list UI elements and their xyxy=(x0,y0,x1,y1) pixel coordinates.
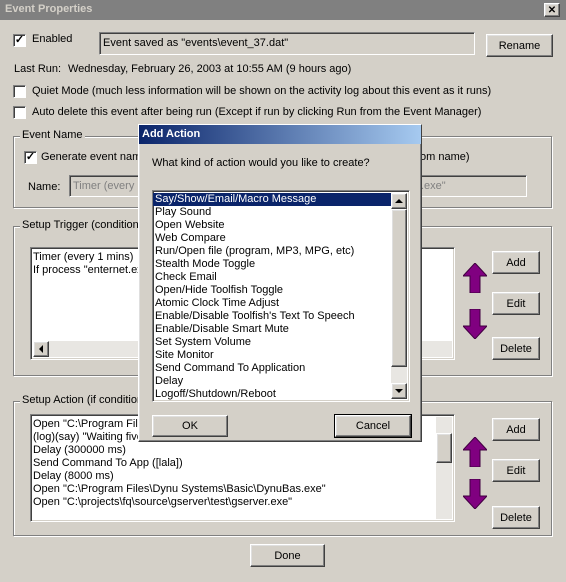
action-type-option[interactable]: Check Email xyxy=(153,271,391,284)
action-type-option[interactable]: Atomic Clock Time Adjust xyxy=(153,297,391,310)
enabled-checkbox[interactable]: ✓ xyxy=(13,34,26,47)
arrow-left-icon xyxy=(39,345,43,353)
move-up-arrow-icon[interactable] xyxy=(463,437,487,467)
quiet-mode-label: Quiet Mode (much less information will b… xyxy=(32,85,492,97)
action-vscrollbar[interactable] xyxy=(436,417,452,519)
done-button[interactable]: Done xyxy=(250,544,325,567)
event-name-group-label: Event Name xyxy=(20,129,85,141)
list-item[interactable]: Send Command To App ([lala]) xyxy=(31,457,454,470)
generate-name-checkbox[interactable]: ✓ xyxy=(24,151,37,164)
list-item[interactable]: Open "C:\projects\fq\source\gserver\test… xyxy=(31,496,454,509)
action-type-option[interactable]: Logoff/Shutdown/Reboot xyxy=(153,388,391,401)
add-action-dialog: Add Action What kind of action would you… xyxy=(138,124,422,442)
action-delete-button[interactable]: Delete xyxy=(492,506,540,529)
action-type-option[interactable]: Send Command To Application xyxy=(153,362,391,375)
last-run-label: Last Run: xyxy=(14,63,62,75)
scroll-thumb[interactable] xyxy=(391,209,407,367)
name-field-value: Timer (every 1 xyxy=(73,180,144,192)
window-title: Event Properties xyxy=(5,3,93,15)
move-down-arrow-icon[interactable] xyxy=(463,309,487,339)
arrow-down-icon xyxy=(395,389,403,393)
enabled-label: Enabled xyxy=(32,33,73,45)
action-type-option[interactable]: Enable/Disable Toolfish's Text To Speech xyxy=(153,310,391,323)
action-type-option[interactable]: Stealth Mode Toggle xyxy=(153,258,391,271)
action-type-option[interactable]: Run/Open file (program, MP3, MPG, etc) xyxy=(153,245,391,258)
move-up-arrow-icon[interactable] xyxy=(463,263,487,293)
scroll-left-button[interactable] xyxy=(33,341,49,357)
rename-button[interactable]: Rename xyxy=(486,34,553,57)
dialog-title: Add Action xyxy=(142,128,201,140)
action-add-button[interactable]: Add xyxy=(492,418,540,441)
auto-delete-checkbox[interactable] xyxy=(13,106,26,119)
action-type-option[interactable]: Web Compare xyxy=(153,232,391,245)
scroll-up-button[interactable] xyxy=(391,193,407,209)
auto-delete-label: Auto delete this event after being run (… xyxy=(32,106,482,118)
close-button[interactable]: ✕ xyxy=(544,3,560,17)
setup-trigger-group-label: Setup Trigger (condition xyxy=(20,219,141,231)
action-type-option[interactable]: Play Sound xyxy=(153,206,391,219)
arrow-up-icon xyxy=(395,199,403,203)
list-item[interactable]: Delay (8000 ms) xyxy=(31,470,454,483)
dialog-cancel-button[interactable]: Cancel xyxy=(334,414,412,438)
action-type-vscrollbar[interactable] xyxy=(391,193,407,399)
list-item[interactable]: Delay (300000 ms) xyxy=(31,444,454,457)
action-type-option[interactable]: Site Monitor xyxy=(153,349,391,362)
dialog-ok-button[interactable]: OK xyxy=(152,415,228,437)
move-down-arrow-icon[interactable] xyxy=(463,479,487,509)
last-run-value: Wednesday, February 26, 2003 at 10:55 AM… xyxy=(68,63,352,75)
action-type-option[interactable]: Say/Show/Email/Macro Message xyxy=(153,193,391,206)
setup-action-group-label: Setup Action (if condition xyxy=(20,394,146,406)
check-icon: ✓ xyxy=(14,34,25,46)
trigger-add-button[interactable]: Add xyxy=(492,251,540,274)
scroll-down-button[interactable] xyxy=(391,383,407,399)
generate-name-label-tail: om name) xyxy=(420,151,470,163)
trigger-delete-button[interactable]: Delete xyxy=(492,337,540,360)
trigger-edit-button[interactable]: Edit xyxy=(492,292,540,315)
window-titlebar: Event Properties ✕ xyxy=(0,0,566,20)
name-label: Name: xyxy=(28,181,61,193)
action-type-list[interactable]: Say/Show/Email/Macro Message Play Sound Op… xyxy=(152,190,410,402)
action-type-option[interactable]: Open Website xyxy=(153,219,391,232)
dialog-prompt: What kind of action would you like to cr… xyxy=(152,157,370,169)
action-type-option[interactable]: Enable/Disable Smart Mute xyxy=(153,323,391,336)
action-type-option[interactable]: Delay xyxy=(153,375,391,388)
close-icon: ✕ xyxy=(547,4,557,16)
list-item[interactable]: Open "C:\Program Files\Dynu Systems\Basi… xyxy=(31,483,454,496)
scroll-thumb[interactable] xyxy=(436,433,452,463)
dialog-titlebar: Add Action xyxy=(139,125,421,144)
action-type-option[interactable]: Open/Hide Toolfish Toggle xyxy=(153,284,391,297)
quiet-mode-checkbox[interactable] xyxy=(13,85,26,98)
action-edit-button[interactable]: Edit xyxy=(492,459,540,482)
generate-name-label: Generate event nam xyxy=(41,151,142,163)
check-icon: ✓ xyxy=(25,151,36,163)
status-message-text: Event saved as "events\event_37.dat" xyxy=(103,37,289,49)
action-type-option[interactable]: Set System Volume xyxy=(153,336,391,349)
status-message-field: Event saved as "events\event_37.dat" xyxy=(99,32,475,55)
name-field-value-tail: .exe" xyxy=(421,180,446,192)
